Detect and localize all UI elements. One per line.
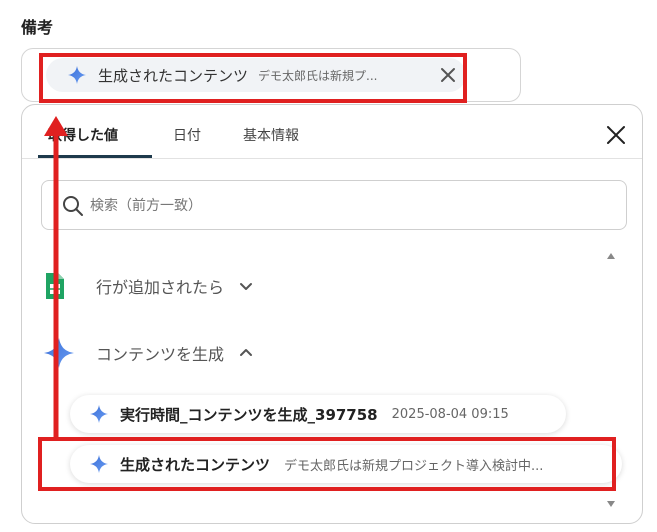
chip-title: 生成されたコンテンツ (98, 66, 249, 85)
item-title: 生成されたコンテンツ (120, 455, 271, 474)
close-icon[interactable] (604, 123, 628, 147)
scrollbar[interactable] (605, 250, 617, 510)
field-label: 備考 (21, 18, 54, 37)
chip-remove-icon[interactable] (438, 65, 458, 85)
group-label: 行が追加されたら (96, 278, 225, 297)
item-value: 2025-08-04 09:15 (391, 406, 509, 422)
chip-value: デモ太郎氏は新規プ... (258, 68, 378, 83)
item-title: 実行時間_コンテンツを生成_397758 (120, 405, 378, 424)
chevron-down-icon (240, 283, 253, 290)
sparkle-icon (90, 455, 108, 473)
item-value: デモ太郎氏は新規プロジェクト導入検討中... (284, 458, 544, 474)
tab-basic-info[interactable]: 基本情報 (243, 125, 299, 145)
sparkle-icon (90, 405, 108, 423)
search-box[interactable] (41, 180, 627, 230)
tab-date[interactable]: 日付 (173, 125, 201, 145)
group-label: コンテンツを生成 (96, 345, 225, 364)
tabs-divider (22, 158, 642, 159)
scroll-up-icon[interactable] (605, 250, 617, 262)
value-picker-panel: 取得した値 日付 基本情報 行が追加されたら コンテンツを生成 (21, 104, 643, 524)
list-item[interactable]: 実行時間_コンテンツを生成_397758 2025-08-04 09:15 (70, 395, 566, 433)
scroll-down-icon[interactable] (605, 498, 617, 510)
chevron-up-icon (240, 349, 253, 356)
search-input[interactable] (90, 193, 590, 219)
list-item[interactable]: 生成されたコンテンツ デモ太郎氏は新規プロジェクト導入検討中... (70, 445, 622, 483)
sparkle-icon (68, 66, 86, 84)
red-arrow (44, 116, 68, 440)
selected-value-chip[interactable]: 生成されたコンテンツ デモ太郎氏は新規プ... (46, 58, 466, 92)
